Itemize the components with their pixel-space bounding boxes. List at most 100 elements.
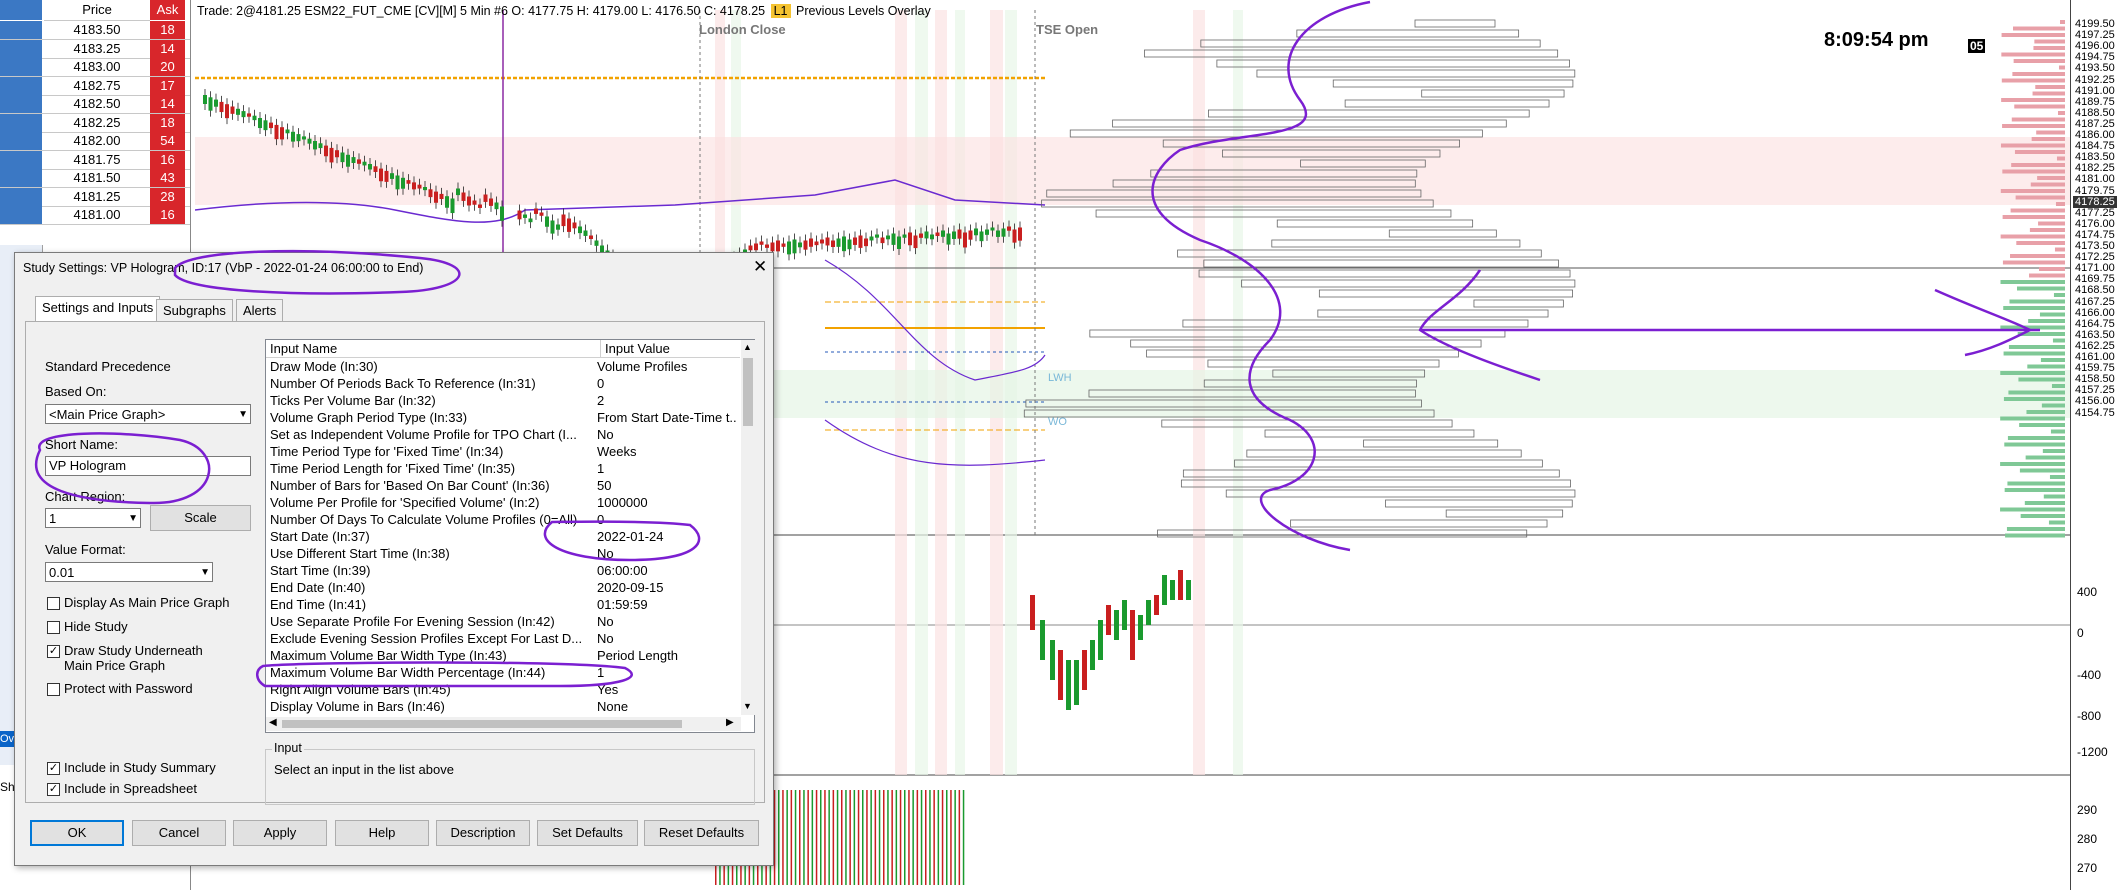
ladder-ask[interactable]: 14	[150, 95, 185, 113]
ladder-row[interactable]: 4181.75 16	[0, 150, 190, 170]
ladder-row[interactable]: 4183.00 20	[0, 58, 190, 77]
set-defaults-button[interactable]: Set Defaults	[537, 820, 638, 846]
ladder-bid-cell[interactable]	[0, 113, 42, 132]
short-name-input[interactable]: VP Hologram	[45, 456, 251, 476]
ladder-row[interactable]: 4182.00 54	[0, 132, 190, 151]
scale-button[interactable]: Scale	[150, 505, 251, 531]
ladder-ask[interactable]: 43	[150, 169, 185, 187]
ladder-ask[interactable]: 14	[150, 39, 185, 58]
ladder-row[interactable]: 4182.25 18	[0, 113, 190, 133]
input-value[interactable]: 01:59:59	[597, 596, 737, 613]
study-settings-dialog[interactable]: Study Settings: VP Hologram, ID:17 (VbP …	[14, 252, 774, 866]
input-value[interactable]: No	[597, 630, 737, 647]
apply-button[interactable]: Apply	[233, 820, 327, 846]
inputs-grid-vertical-scrollbar[interactable]: ▲ ▼	[741, 340, 755, 715]
input-row[interactable]: Number of Bars for 'Based On Bar Count' …	[266, 477, 736, 494]
ladder-bid-cell[interactable]	[0, 58, 42, 76]
grid-header-name[interactable]: Input Name	[266, 340, 601, 358]
description-button[interactable]: Description	[436, 820, 530, 846]
input-value[interactable]: No	[597, 545, 737, 562]
ladder-bid-cell[interactable]	[0, 95, 42, 113]
ladder-row[interactable]: 4181.50 43	[0, 169, 190, 188]
input-row[interactable]: Number Of Days To Calculate Volume Profi…	[266, 511, 736, 528]
input-value[interactable]: 0	[597, 511, 737, 528]
ladder-bid-cell[interactable]	[0, 76, 42, 95]
input-row[interactable]: Display Volume in Bars (In:46) None	[266, 698, 736, 715]
scroll-up-icon[interactable]: ▲	[743, 342, 752, 352]
scroll-down-icon[interactable]: ▼	[743, 701, 752, 711]
input-value[interactable]: 1	[597, 460, 737, 477]
input-row[interactable]: End Time (In:41) 01:59:59	[266, 596, 736, 613]
ladder-row[interactable]: 4181.25 28	[0, 187, 190, 207]
ladder-ask[interactable]: 18	[150, 113, 185, 132]
input-row[interactable]: Use Different Start Time (In:38) No	[266, 545, 736, 562]
option-checkbox[interactable]	[47, 683, 60, 696]
ladder-ask[interactable]: 20	[150, 58, 185, 76]
input-value[interactable]: None	[597, 698, 737, 715]
ladder-bid-cell[interactable]	[0, 21, 42, 39]
input-row[interactable]: Volume Graph Period Type (In:33) From Sta…	[266, 409, 737, 426]
scroll-right-icon[interactable]: ▶	[726, 717, 734, 728]
close-icon[interactable]: ✕	[753, 257, 767, 277]
input-row[interactable]: Number Of Periods Back To Reference (In:…	[266, 375, 736, 392]
grid-header-value[interactable]: Input Value	[601, 340, 740, 358]
ladder-bid-cell[interactable]	[0, 206, 42, 224]
cancel-button[interactable]: Cancel	[132, 820, 226, 846]
option-checkbox[interactable]: ✓	[47, 645, 60, 658]
scroll-left-icon[interactable]: ◀	[269, 717, 277, 728]
input-value[interactable]: 0	[597, 375, 737, 392]
chart-region-select[interactable]: 1 ▼	[45, 508, 141, 528]
ladder-row[interactable]: 4182.75 17	[0, 76, 190, 96]
tab-alerts[interactable]: Alerts	[236, 299, 284, 322]
include-spreadsheet-checkbox[interactable]: ✓	[47, 783, 60, 796]
ladder-bid-cell[interactable]	[0, 39, 42, 58]
reset-defaults-button[interactable]: Reset Defaults	[644, 820, 759, 846]
input-value[interactable]: Weeks	[597, 443, 737, 460]
help-button[interactable]: Help	[335, 820, 429, 846]
input-row[interactable]: Right Align Volume Bars (In:45) Yes	[266, 681, 736, 698]
input-row[interactable]: Time Period Type for 'Fixed Time' (In:34…	[266, 443, 736, 460]
price-axis[interactable]: 4199.50 4197.25 4196.00 4194.75 4193.50 4192.…	[2070, 0, 2121, 890]
input-value[interactable]: From Start Date-Time t...	[597, 409, 737, 426]
input-value[interactable]: 1000000	[597, 494, 737, 511]
ladder-bid-cell[interactable]	[0, 187, 42, 206]
vertical-scroll-thumb[interactable]	[743, 358, 753, 426]
ladder-ask[interactable]: 54	[150, 132, 185, 150]
value-format-select[interactable]: 0.01 ▼	[45, 562, 213, 582]
tab-subgraphs[interactable]: Subgraphs	[156, 299, 233, 322]
input-row[interactable]: Start Time (In:39) 06:00:00	[266, 562, 736, 579]
tab-settings-and-inputs[interactable]: Settings and Inputs	[35, 296, 161, 323]
input-row[interactable]: Ticks Per Volume Bar (In:32) 2	[266, 392, 736, 409]
option-checkbox[interactable]	[47, 621, 60, 634]
ladder-row[interactable]: 4182.50 14	[0, 95, 190, 114]
input-row[interactable]: Time Period Length for 'Fixed Time' (In:…	[266, 460, 736, 477]
ladder-bid-cell[interactable]	[0, 132, 42, 150]
input-row[interactable]: Start Date (In:37) 2022-01-24	[266, 528, 736, 545]
inputs-grid-horizontal-scrollbar[interactable]: ◀ ▶	[266, 717, 741, 731]
ladder-row[interactable]: 4183.25 14	[0, 39, 190, 59]
input-value[interactable]: 1	[597, 664, 737, 681]
horizontal-scroll-thumb[interactable]	[282, 720, 682, 728]
ladder-ask[interactable]: 28	[150, 187, 185, 206]
input-value[interactable]: No	[597, 613, 737, 630]
input-row[interactable]: Maximum Volume Bar Width Type (In:43) Per…	[266, 647, 736, 664]
based-on-select[interactable]: <Main Price Graph> ▼	[45, 404, 251, 424]
input-value[interactable]: Yes	[597, 681, 737, 698]
ladder-ask[interactable]: 16	[150, 150, 185, 169]
ladder-ask[interactable]: 18	[150, 21, 185, 39]
ladder-ask[interactable]: 17	[150, 76, 185, 95]
input-value[interactable]: 2020-09-15	[597, 579, 737, 596]
ok-button[interactable]: OK	[30, 820, 124, 846]
input-row[interactable]: End Date (In:40) 2020-09-15	[266, 579, 736, 596]
input-row[interactable]: Volume Per Profile for 'Specified Volume…	[266, 494, 736, 511]
option-checkbox[interactable]	[47, 597, 60, 610]
input-value[interactable]: Period Length	[597, 647, 737, 664]
inputs-grid[interactable]: Input Name Input Value Draw Mode (In:30)…	[265, 339, 755, 733]
input-row[interactable]: Set as Independent Volume Profile for TP…	[266, 426, 736, 443]
input-value[interactable]: No	[597, 426, 737, 443]
ladder-ask[interactable]: 16	[150, 206, 185, 224]
ladder-row[interactable]: 4181.00 16	[0, 206, 190, 225]
input-value[interactable]: 2	[597, 392, 737, 409]
input-value[interactable]: 50	[597, 477, 737, 494]
ladder-bid-cell[interactable]	[0, 169, 42, 187]
